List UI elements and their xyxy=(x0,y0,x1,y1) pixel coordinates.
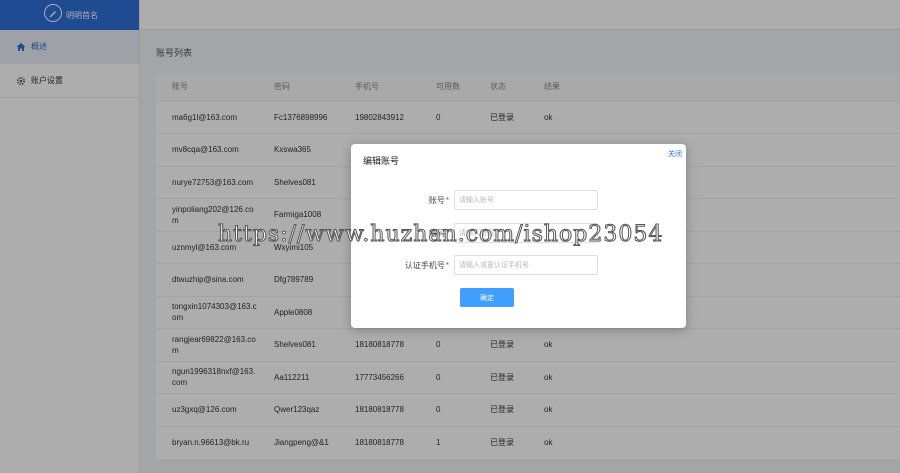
dialog-title: 编辑账号 xyxy=(363,156,400,166)
phone-label: 认证手机号* xyxy=(404,260,449,270)
phone-input[interactable] xyxy=(454,255,598,275)
phone-field-row: 认证手机号* xyxy=(351,255,686,275)
close-button[interactable]: 关闭 xyxy=(668,149,682,159)
confirm-button[interactable]: 确定 xyxy=(460,288,514,307)
watermark-text: https://www.huzhan.com/ishop23054 xyxy=(217,222,664,248)
account-label: 账号* xyxy=(428,195,449,205)
account-field-row: 账号* xyxy=(351,190,686,210)
account-input[interactable] xyxy=(454,190,598,210)
